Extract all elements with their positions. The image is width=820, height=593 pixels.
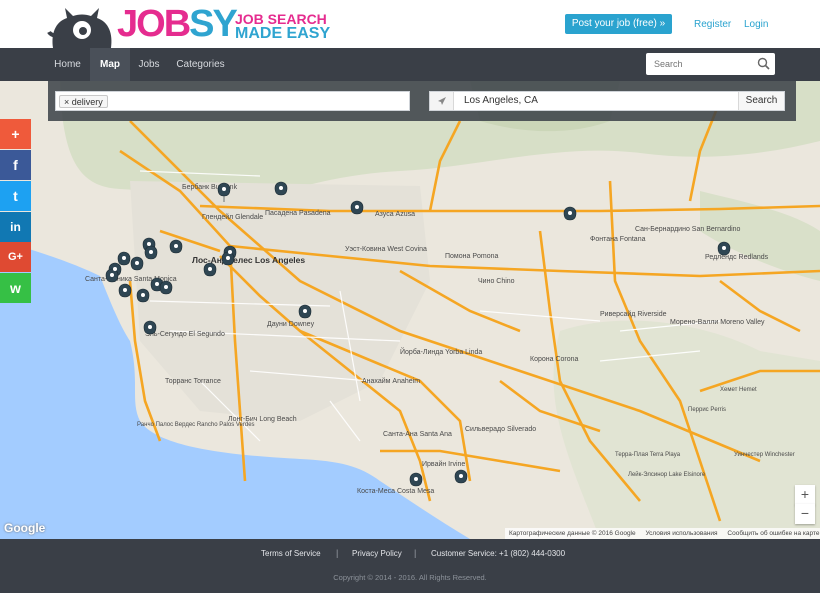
map-report-link[interactable]: Сообщить об ошибке на карте bbox=[727, 530, 819, 537]
site-footer: Terms of Service | Privacy Policy | Cust… bbox=[0, 539, 820, 593]
jobs-map[interactable]: Бербанк Burbank Глендейл Glendale Пасаде… bbox=[0, 81, 820, 539]
terms-link[interactable]: Terms of Service bbox=[261, 549, 321, 558]
place-label-pomona: Помона Pomona bbox=[445, 253, 499, 260]
copyright-text: Copyright © 2014 - 2016. All Rights Rese… bbox=[333, 573, 487, 582]
whatsapp-icon: w bbox=[10, 280, 21, 296]
place-label-anaheim: Анахайм Anaheim bbox=[362, 377, 420, 385]
place-label-hemet: Хемет Hemet bbox=[720, 387, 757, 393]
keyword-input[interactable]: × delivery bbox=[55, 91, 410, 111]
map-data-credit: Картографические данные © 2016 Google bbox=[509, 530, 636, 537]
place-label-west-covina: Уэст-Ковина West Covina bbox=[345, 246, 427, 253]
keyword-tag[interactable]: × delivery bbox=[59, 95, 108, 108]
remove-tag-icon[interactable]: × bbox=[64, 97, 72, 107]
zoom-in-button[interactable]: + bbox=[795, 485, 815, 505]
customer-service-text: Customer Service: +1 (802) 444-0300 bbox=[431, 549, 566, 558]
nav-categories[interactable]: Categories bbox=[168, 48, 233, 81]
nav-map[interactable]: Map bbox=[90, 48, 130, 81]
share-facebook-button[interactable]: f bbox=[0, 150, 31, 180]
place-label-irvine: Ирвайн Irvine bbox=[422, 460, 465, 468]
place-label-san-bernardino: Сан-Бернардино San Bernardino bbox=[635, 226, 741, 233]
place-label-rancho-palos-verdes: Ранчо Палос Вердес Rancho Palos Verdes bbox=[137, 422, 255, 428]
nav-jobs[interactable]: Jobs bbox=[130, 48, 168, 81]
register-link[interactable]: Register bbox=[694, 19, 731, 30]
footer-separator: | bbox=[336, 548, 339, 558]
privacy-link[interactable]: Privacy Policy bbox=[352, 549, 402, 558]
zoom-out-button[interactable]: − bbox=[795, 504, 815, 524]
monster-mascot-icon bbox=[47, 8, 112, 48]
place-label-corona: Корона Corona bbox=[530, 356, 579, 363]
location-value: Los Angeles, CA bbox=[464, 95, 538, 106]
map-search-button[interactable]: Search bbox=[738, 92, 784, 110]
map-attribution: Картографические данные © 2016 Google Ус… bbox=[505, 528, 820, 539]
google-logo[interactable]: Google bbox=[4, 521, 45, 535]
place-label-azusa: Азуса Azusa bbox=[375, 211, 415, 218]
site-header: JOBSY JOB SEARCH MADE EASY Post your job… bbox=[0, 0, 820, 48]
place-label-glendale: Глендейл Glendale bbox=[202, 213, 263, 221]
share-whatsapp-button[interactable]: w bbox=[0, 273, 31, 303]
place-label-riverside: Риверсайд Riverside bbox=[600, 310, 667, 318]
map-terms-link[interactable]: Условия использования bbox=[645, 530, 717, 537]
share-google-plus-button[interactable]: G+ bbox=[0, 242, 31, 272]
place-label-torrance: Торранс Torrance bbox=[165, 378, 221, 385]
place-label-silverado: Сильверадо Silverado bbox=[465, 426, 536, 433]
nav-home[interactable]: Home bbox=[45, 48, 90, 81]
twitter-icon: t bbox=[13, 188, 18, 204]
location-arrow-icon bbox=[438, 97, 446, 105]
post-job-button[interactable]: Post your job (free) » bbox=[565, 14, 672, 34]
place-label-costa-mesa: Коста-Меса Costa Mesa bbox=[357, 488, 434, 495]
share-linkedin-button[interactable]: in bbox=[0, 212, 31, 242]
location-input[interactable]: Los Angeles, CA Search bbox=[429, 91, 785, 111]
place-label-redlands: Редлендс Redlands bbox=[705, 254, 769, 261]
login-link[interactable]: Login bbox=[744, 19, 768, 30]
nav-search-box bbox=[646, 53, 775, 75]
site-logo[interactable]: JOBSY JOB SEARCH MADE EASY bbox=[45, 3, 335, 48]
place-label-santa-ana: Санта-Ана Santa Ana bbox=[383, 431, 452, 438]
share-twitter-button[interactable]: t bbox=[0, 181, 31, 211]
nav-search-input[interactable] bbox=[646, 53, 751, 75]
facebook-icon: f bbox=[13, 157, 18, 173]
place-label-lake-elsinore: Лейк-Элсинор Lake Elsinore bbox=[628, 471, 706, 478]
place-label-winchester: Уинчестер Winchester bbox=[734, 452, 795, 458]
map-canvas[interactable]: Бербанк Burbank Глендейл Glendale Пасаде… bbox=[0, 81, 820, 539]
place-label-yorba-linda: Йорба-Линда Yorba Linda bbox=[400, 347, 482, 356]
logo-wordmark: JOBSY bbox=[117, 3, 238, 45]
place-label-chino: Чино Chino bbox=[478, 278, 515, 285]
place-label-perris: Перрис Perris bbox=[688, 407, 726, 413]
place-label-moreno-valley: Морено-Валли Moreno Valley bbox=[670, 319, 765, 326]
place-label-terra-playa: Терра-Плая Terra Playa bbox=[615, 452, 681, 458]
place-label-fontana: Фонтана Fontana bbox=[590, 236, 646, 243]
plus-icon: + bbox=[11, 126, 20, 142]
place-label-pasadena: Пасадена Pasadena bbox=[265, 210, 331, 217]
place-label-downey: Дауни Downey bbox=[267, 321, 315, 328]
logo-tagline: JOB SEARCH MADE EASY bbox=[235, 11, 331, 42]
place-label-el-segundo: Эль-Сегундо El Segundo bbox=[145, 331, 225, 338]
share-plus-button[interactable]: + bbox=[0, 119, 31, 149]
linkedin-icon: in bbox=[10, 220, 21, 234]
google-plus-icon: G+ bbox=[8, 251, 23, 263]
locate-button[interactable] bbox=[430, 92, 454, 110]
search-icon[interactable] bbox=[757, 57, 770, 70]
footer-separator: | bbox=[414, 548, 417, 558]
